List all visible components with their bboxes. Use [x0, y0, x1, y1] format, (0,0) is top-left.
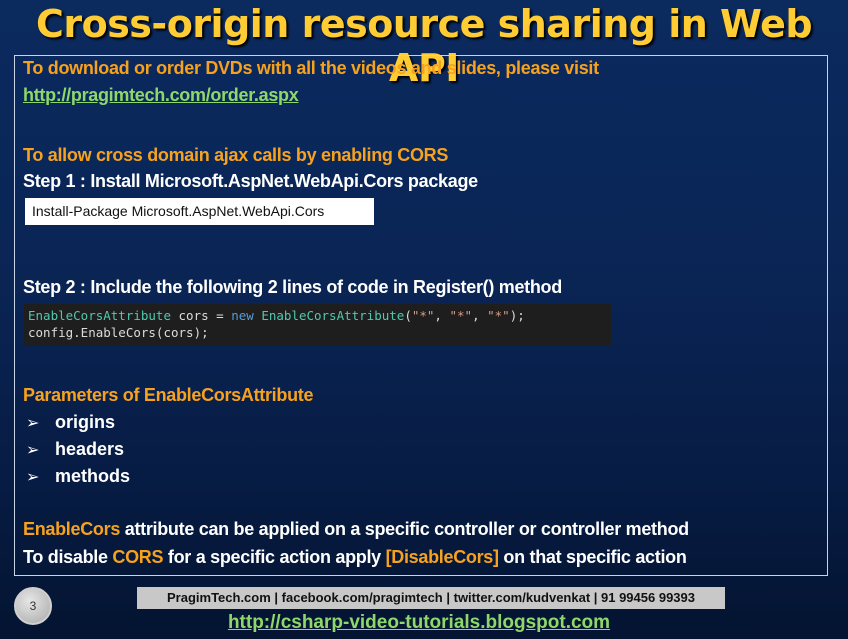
- note-pre: To disable: [23, 547, 113, 567]
- code-sep: ,: [434, 308, 450, 323]
- code-snippet: EnableCorsAttribute cors = new EnableCor…: [24, 304, 611, 346]
- bullet-arrow-icon: ➢: [26, 442, 40, 459]
- enablecors-highlight: EnableCors: [23, 519, 121, 539]
- param-item: methods: [55, 466, 131, 486]
- code-arg: "*": [487, 308, 510, 323]
- code-arg: "*": [449, 308, 473, 323]
- code-type: EnableCorsAttribute: [28, 308, 171, 323]
- install-command-box: Install-Package Microsoft.AspNet.WebApi.…: [25, 198, 374, 225]
- code-sep: ,: [472, 308, 488, 323]
- contact-bar: PragimTech.com | facebook.com/pragimtech…: [137, 587, 725, 609]
- code-line-2: config.EnableCors(cors);: [28, 325, 209, 340]
- params-heading: Parameters of EnableCorsAttribute: [23, 385, 314, 405]
- note-enablecors-text: attribute can be applied on a specific c…: [120, 519, 689, 539]
- step1-label: Step 1 : Install Microsoft.AspNet.WebApi…: [23, 171, 478, 191]
- bullet-arrow-icon: ➢: [26, 415, 40, 432]
- code-ctor: EnableCorsAttribute: [253, 308, 405, 323]
- cors-highlight: CORS: [112, 547, 164, 567]
- disablecors-highlight: [DisableCors]: [385, 547, 499, 567]
- intro-text: To download or order DVDs with all the v…: [23, 58, 599, 78]
- code-arg: "*": [411, 308, 435, 323]
- code-keyword: new: [231, 308, 254, 323]
- step2-label: Step 2 : Include the following 2 lines o…: [23, 277, 562, 297]
- code-var: cors =: [171, 308, 232, 323]
- param-item: headers: [55, 439, 125, 459]
- param-item: origins: [55, 412, 116, 432]
- cors-heading: To allow cross domain ajax calls by enab…: [23, 145, 449, 165]
- blog-link[interactable]: http://csharp-video-tutorials.blogspot.c…: [0, 612, 838, 634]
- note-disablecors: To disable CORS for a specific action ap…: [23, 547, 687, 568]
- note-enablecors: EnableCors attribute can be applied on a…: [23, 519, 689, 540]
- code-open: (: [404, 308, 412, 323]
- note-post: on that specific action: [498, 547, 687, 567]
- note-mid: for a specific action apply: [163, 547, 386, 567]
- order-link[interactable]: http://pragimtech.com/order.aspx: [23, 85, 299, 106]
- bullet-arrow-icon: ➢: [26, 469, 40, 486]
- code-close: );: [509, 308, 525, 323]
